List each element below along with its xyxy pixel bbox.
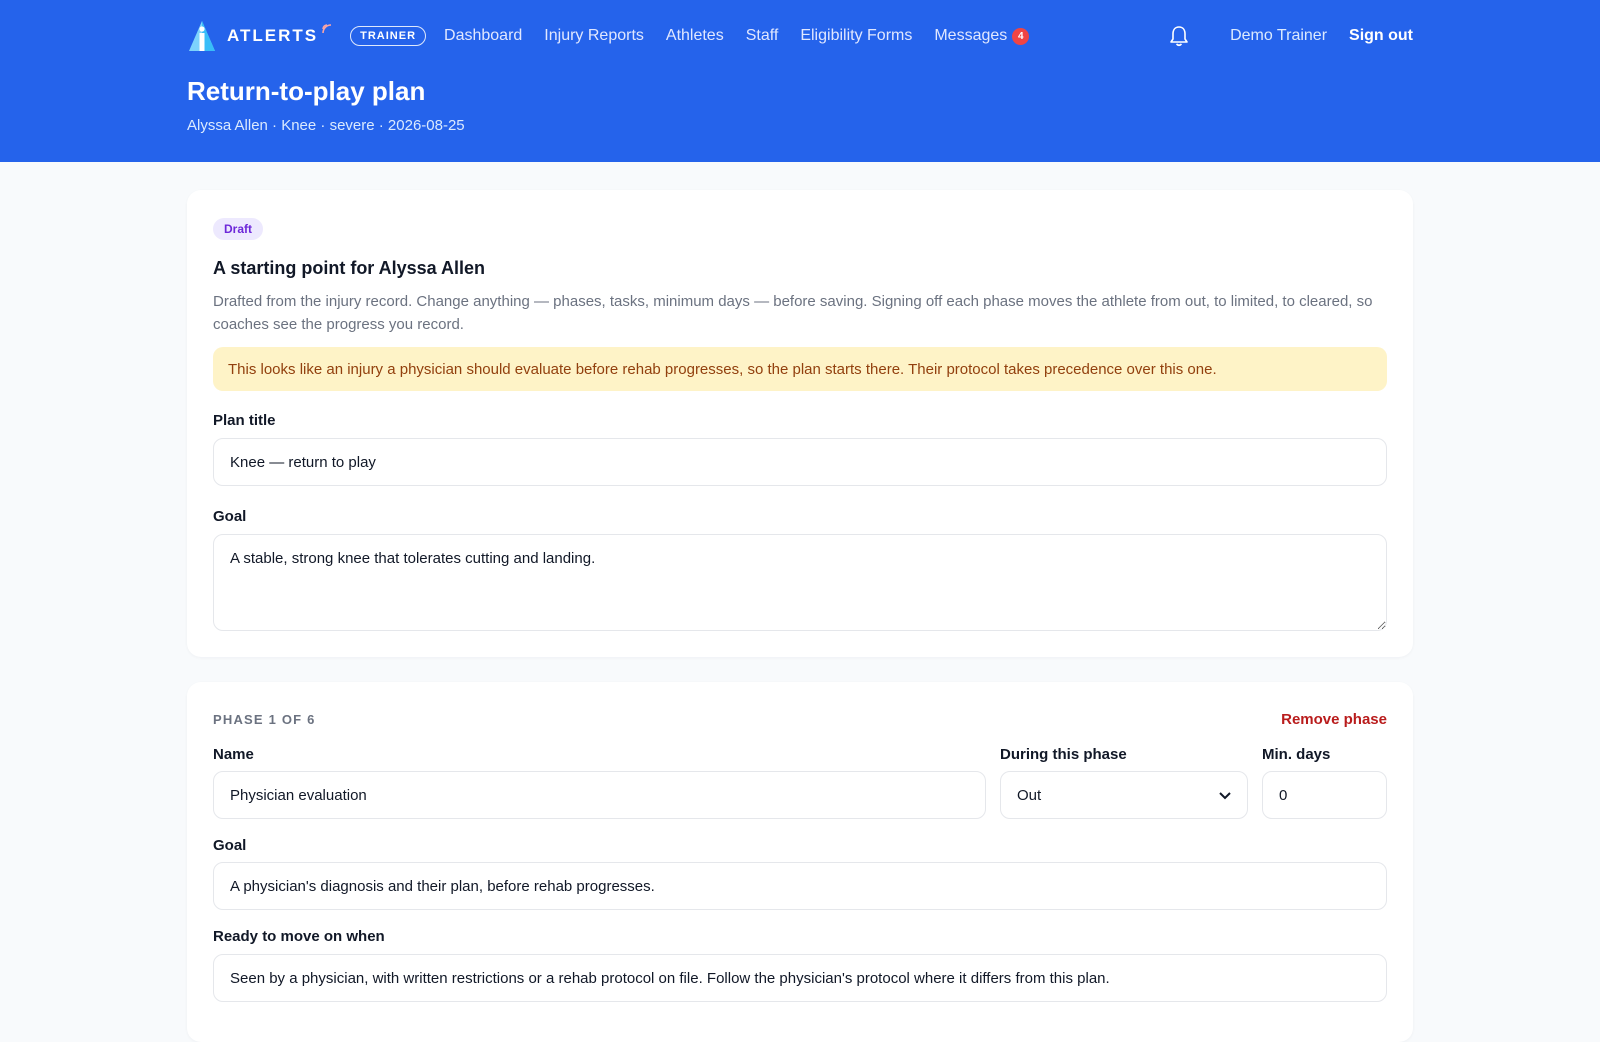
nav-right: Demo Trainer Sign out xyxy=(1168,24,1413,48)
role-badge: TRAINER xyxy=(350,26,427,46)
plan-title-input[interactable] xyxy=(213,438,1387,486)
phase-name-input[interactable] xyxy=(213,771,986,819)
remove-phase-button[interactable]: Remove phase xyxy=(1281,711,1387,728)
athlete-logo-icon xyxy=(187,20,217,52)
min-days-input[interactable] xyxy=(1262,771,1387,819)
phase-name-label: Name xyxy=(213,746,254,763)
status-badge: Draft xyxy=(213,218,264,240)
ready-input[interactable] xyxy=(213,954,1387,1002)
plan-card: Draft A starting point for Alyssa Allen … xyxy=(187,190,1413,657)
brand-logo[interactable]: ATLERTS TRAINER xyxy=(187,20,427,52)
nav-eligibility-forms[interactable]: Eligibility Forms xyxy=(800,27,912,45)
min-days-label: Min. days xyxy=(1262,746,1331,763)
nav-messages[interactable]: Messages 4 xyxy=(934,27,1030,45)
nav-dashboard[interactable]: Dashboard xyxy=(444,27,522,45)
nav-injury-reports[interactable]: Injury Reports xyxy=(544,27,644,45)
bell-icon[interactable] xyxy=(1168,24,1190,48)
phase-status-value: Out xyxy=(1017,786,1042,804)
phase-counter: PHASE 1 OF 6 xyxy=(213,712,316,727)
phase-card: PHASE 1 OF 6 Remove phase Name During th… xyxy=(187,682,1413,1042)
signal-wave-icon xyxy=(320,22,334,36)
plan-goal-textarea[interactable]: A stable, strong knee that tolerates cut… xyxy=(213,534,1387,631)
user-name[interactable]: Demo Trainer xyxy=(1230,27,1327,45)
plan-heading: A starting point for Alyssa Allen xyxy=(213,258,486,278)
physician-alert: This looks like an injury a physician sh… xyxy=(213,347,1387,391)
nav-messages-label: Messages xyxy=(934,27,1008,44)
phase-status-label: During this phase xyxy=(1000,746,1127,763)
chevron-down-icon xyxy=(1219,787,1231,804)
phase-status-select[interactable]: Out xyxy=(1000,771,1248,819)
plan-description: Drafted from the injury record. Change a… xyxy=(213,293,1373,333)
brand-name: ATLERTS xyxy=(227,26,319,45)
nav-athletes[interactable]: Athletes xyxy=(666,27,724,45)
plan-goal-label: Goal xyxy=(213,508,247,525)
sign-out-button[interactable]: Sign out xyxy=(1349,27,1413,45)
phase-goal-label: Goal xyxy=(213,837,247,854)
plan-title-label: Plan title xyxy=(213,412,276,429)
top-nav: ATLERTS TRAINER Dashboard Injury Reports… xyxy=(187,16,1413,56)
nav-links: Dashboard Injury Reports Athletes Staff … xyxy=(444,27,1030,45)
app-header: ATLERTS TRAINER Dashboard Injury Reports… xyxy=(0,0,1600,162)
page-subtitle: Alyssa Allen · Knee · severe · 2026-08-2… xyxy=(187,117,465,134)
page-title: Return-to-play plan xyxy=(187,76,426,106)
messages-count-badge: 4 xyxy=(1012,27,1030,45)
nav-staff[interactable]: Staff xyxy=(746,27,779,45)
phase-goal-input[interactable] xyxy=(213,862,1387,910)
ready-label: Ready to move on when xyxy=(213,928,385,945)
